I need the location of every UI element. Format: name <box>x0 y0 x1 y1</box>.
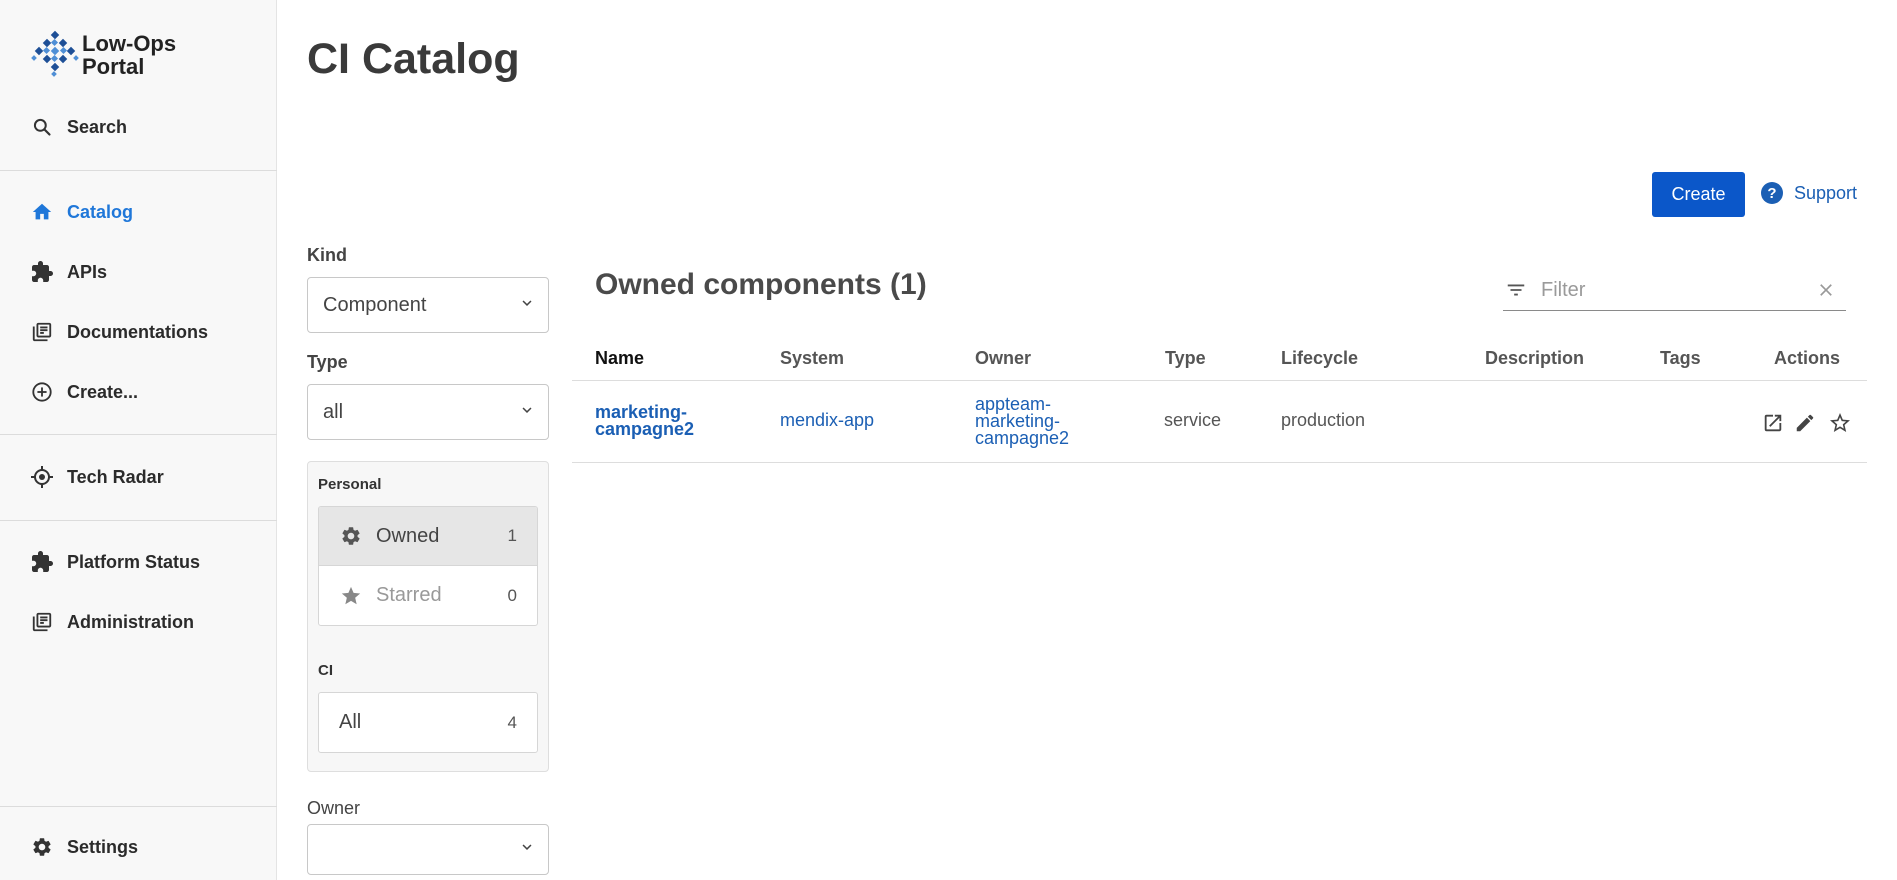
clear-icon[interactable] <box>1816 280 1836 300</box>
logo-line2: Portal <box>82 54 145 79</box>
column-header-description[interactable]: Description <box>1485 348 1584 369</box>
logo-text: Low-Ops Portal <box>82 32 176 78</box>
edit-icon[interactable] <box>1792 410 1818 436</box>
table-title: Owned components (1) <box>595 268 927 301</box>
sidebar-item-label: APIs <box>67 261 108 282</box>
sidebar-divider <box>0 806 277 807</box>
column-header-system[interactable]: System <box>780 348 844 369</box>
sidebar-item-label: Create... <box>67 381 139 402</box>
sidebar-item-administration[interactable]: Administration <box>0 602 277 642</box>
personal-heading: Personal <box>318 476 382 493</box>
all-filter[interactable]: All 4 <box>319 693 537 752</box>
sidebar-item-label: Catalog <box>67 201 134 222</box>
star-icon <box>340 585 362 607</box>
lifecycle-cell: production <box>1281 410 1366 430</box>
owned-filter-count: 1 <box>507 526 517 545</box>
chevron-down-icon <box>518 838 536 861</box>
filter-input[interactable] <box>1539 277 1816 303</box>
owner-select[interactable] <box>307 824 549 875</box>
sidebar-divider <box>0 170 277 171</box>
all-filter-label: All <box>339 711 362 733</box>
sidebar-item-create[interactable]: Create... <box>0 372 277 412</box>
sidebar-item-documentations[interactable]: Documentations <box>0 312 277 352</box>
sidebar-item-label: Platform Status <box>67 551 201 572</box>
logo-line1: Low-Ops <box>82 31 177 56</box>
all-filter-count: 4 <box>507 712 517 732</box>
type-value: all <box>323 400 344 423</box>
kind-value: Component <box>323 293 427 316</box>
page-title: CI Catalog <box>307 35 520 83</box>
sidebar-divider <box>0 434 277 435</box>
chevron-down-icon <box>518 294 536 317</box>
library-books-icon <box>30 610 54 634</box>
sidebar-divider <box>0 520 277 521</box>
filter-list-icon <box>1505 279 1527 301</box>
type-select[interactable]: all <box>307 384 549 440</box>
support-button[interactable]: ? Support <box>1761 182 1857 204</box>
logo[interactable]: Low-Ops Portal <box>30 30 176 80</box>
gear-icon <box>340 525 362 547</box>
system-link[interactable]: mendix-app <box>780 411 874 429</box>
sidebar: Low-Ops Portal Search Catalog APIs Docum… <box>0 0 277 880</box>
kind-select[interactable]: Component <box>307 277 549 333</box>
kind-label: Kind <box>307 245 347 265</box>
sidebar-item-label: Settings <box>67 836 139 857</box>
type-cell: service <box>1164 410 1222 430</box>
sidebar-search[interactable]: Search <box>0 107 277 147</box>
support-label: Support <box>1794 182 1858 203</box>
radar-icon <box>30 465 54 489</box>
table-filter <box>1503 270 1846 311</box>
open-in-new-icon[interactable] <box>1760 410 1786 436</box>
table-header-divider <box>572 380 1867 381</box>
personal-filter-group: Owned 1 Starred 0 <box>318 506 538 626</box>
owner-link[interactable]: appteam- marketing- campagne2 <box>975 395 1070 448</box>
owner-label: Owner <box>307 798 361 818</box>
column-header-actions: Actions <box>1774 348 1841 368</box>
sidebar-item-label: Administration <box>67 611 195 632</box>
owned-filter[interactable]: Owned 1 <box>319 507 537 566</box>
chevron-down-icon <box>518 401 536 424</box>
component-name-link[interactable]: marketing- campagne2 <box>595 403 695 439</box>
search-icon <box>30 115 54 139</box>
sidebar-item-tech-radar[interactable]: Tech Radar <box>0 457 277 497</box>
user-filter-panel: Personal Owned 1 Starred 0 CI All 4 <box>307 461 549 772</box>
starred-filter[interactable]: Starred 0 <box>319 566 537 625</box>
column-header-owner[interactable]: Owner <box>975 348 1031 369</box>
starred-filter-count: 0 <box>507 585 517 605</box>
table-row-divider <box>572 462 1867 463</box>
sidebar-item-label: Tech Radar <box>67 466 164 487</box>
puzzle-icon <box>30 260 54 284</box>
library-books-icon <box>30 320 54 344</box>
type-label: Type <box>307 352 348 372</box>
add-circle-icon <box>30 380 54 404</box>
sidebar-item-apis[interactable]: APIs <box>0 252 277 292</box>
sidebar-item-label: Documentations <box>67 321 209 342</box>
sidebar-item-settings[interactable]: Settings <box>0 827 277 867</box>
component-name-line2: campagne2 <box>595 419 695 439</box>
sidebar-item-platform-status[interactable]: Platform Status <box>0 542 277 582</box>
star-outline-icon[interactable] <box>1827 410 1853 436</box>
gear-icon <box>30 835 54 859</box>
create-button[interactable]: Create <box>1652 172 1745 217</box>
sidebar-search-label: Search <box>67 116 128 137</box>
sidebar-item-catalog[interactable]: Catalog <box>0 192 277 232</box>
logo-icon <box>31 30 79 77</box>
column-header-lifecycle[interactable]: Lifecycle <box>1281 348 1358 369</box>
owned-filter-label: Owned <box>376 524 440 547</box>
starred-filter-label: Starred <box>376 584 442 606</box>
column-header-name[interactable]: Name <box>595 348 644 369</box>
help-icon: ? <box>1761 182 1783 204</box>
column-header-type[interactable]: Type <box>1165 348 1206 369</box>
column-header-tags[interactable]: Tags <box>1660 348 1701 369</box>
ci-heading: CI <box>318 662 333 679</box>
home-icon <box>30 200 54 224</box>
owner-line3: campagne2 <box>975 428 1070 448</box>
puzzle-icon <box>30 550 54 574</box>
ci-filter-group: All 4 <box>318 692 538 753</box>
